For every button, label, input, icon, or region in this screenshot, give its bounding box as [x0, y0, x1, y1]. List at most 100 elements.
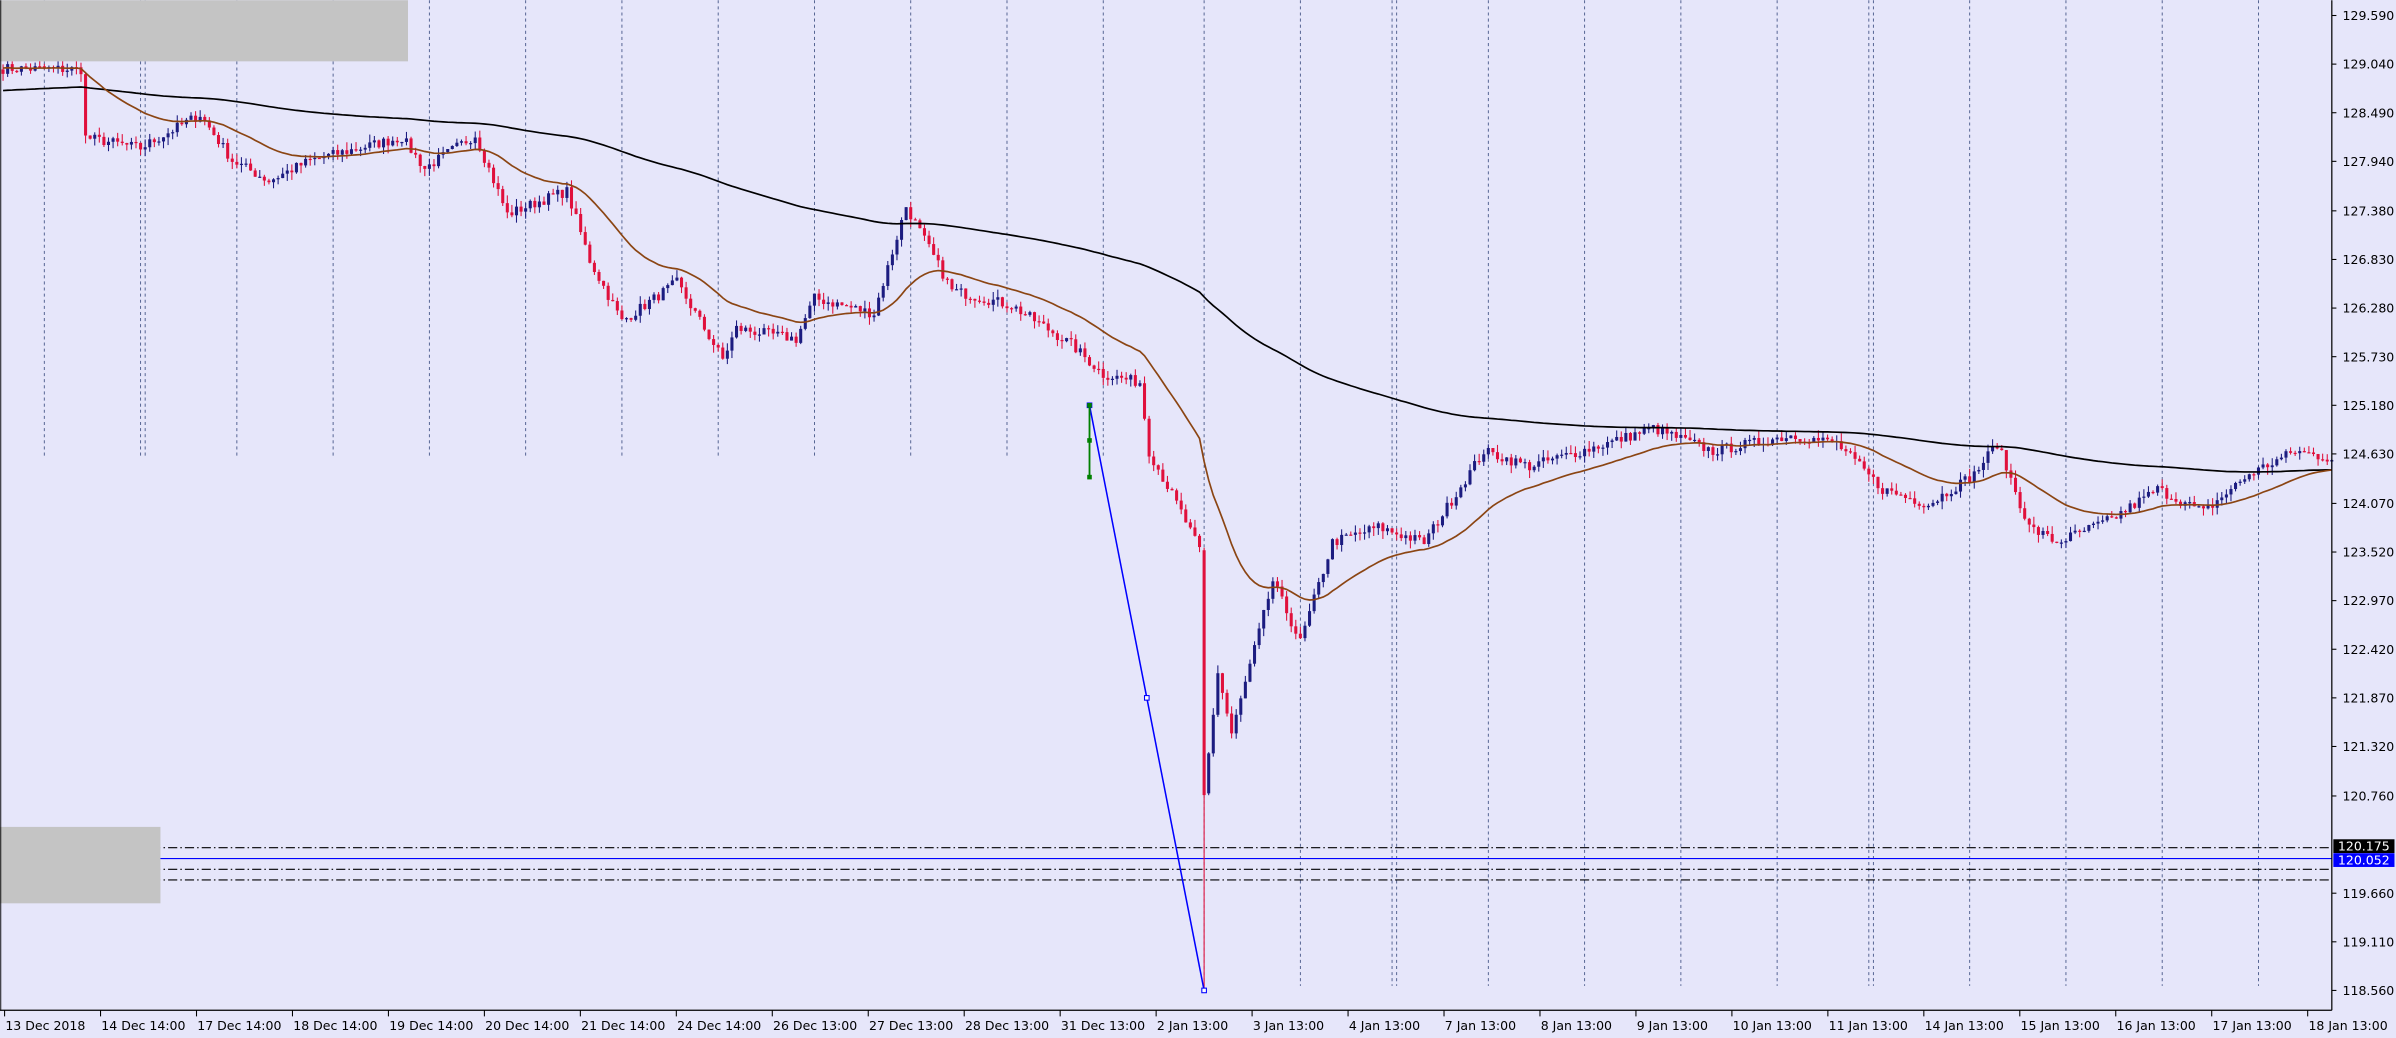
candle-body — [281, 173, 285, 179]
candle-body — [1734, 451, 1738, 453]
candle-body — [1445, 502, 1449, 517]
candle-body — [1716, 454, 1720, 456]
candle-body — [1532, 466, 1536, 471]
candle-body — [221, 142, 225, 145]
candle-body — [84, 74, 88, 136]
candle-body — [922, 228, 927, 236]
candle-body — [180, 122, 184, 125]
candle-body — [895, 239, 899, 255]
candle-body — [2302, 451, 2306, 453]
price-chart[interactable]: 129.590 129.040 128.490 127.940 127.380 126.8… — [0, 0, 2396, 1038]
candle-body — [395, 140, 399, 143]
candle-body — [446, 149, 450, 153]
candle-body — [991, 299, 995, 305]
candle-body — [111, 138, 115, 142]
candle-body — [2068, 532, 2073, 542]
candle-body — [409, 138, 413, 153]
trendline-handle[interactable] — [1143, 695, 1150, 701]
candle-body — [1848, 451, 1853, 453]
candle-body — [840, 302, 844, 306]
candle-body — [1440, 516, 1445, 526]
candle-body — [189, 115, 193, 120]
candle-body — [1133, 375, 1137, 386]
candle-body — [1752, 437, 1756, 440]
candle-body — [1422, 537, 1426, 545]
candle-body — [973, 298, 977, 301]
candle-body — [1239, 698, 1243, 715]
candle-body — [826, 302, 830, 304]
candle-body — [1605, 442, 1610, 448]
candle-body — [1005, 306, 1009, 309]
candle-body — [927, 235, 931, 245]
candle-body — [1450, 502, 1454, 506]
candle-body — [904, 207, 908, 221]
candle-body — [1046, 323, 1050, 331]
candle-body — [382, 138, 386, 148]
candle-body — [739, 325, 743, 331]
candle-body — [1871, 474, 1875, 477]
candle-body — [244, 163, 248, 165]
candle-body — [336, 150, 340, 155]
candle-body — [253, 170, 257, 177]
time-tick-label: 13 Dec 2018 — [5, 1018, 85, 1033]
candle-body — [2110, 516, 2114, 518]
candle-body — [1592, 446, 1596, 452]
candle-body — [2220, 497, 2224, 501]
time-tick-label: 16 Jan 13:00 — [2117, 1018, 2196, 1033]
candle-body — [1922, 505, 1926, 508]
candle-body — [780, 331, 784, 334]
candle-body — [1981, 462, 1985, 470]
candle-body — [542, 201, 546, 205]
candle-body — [1285, 596, 1289, 614]
candle-body — [1234, 714, 1238, 734]
candle-body — [881, 285, 885, 298]
candle-body — [1207, 753, 1211, 794]
candle-body — [1936, 501, 1940, 503]
candle-body — [1826, 437, 1830, 440]
price-tick-label: 123.520 — [2343, 545, 2395, 560]
candle-body — [258, 176, 262, 178]
candle-body — [1748, 439, 1752, 442]
candle-body — [1789, 435, 1793, 439]
candle-body — [1184, 509, 1188, 523]
candle-body — [606, 285, 610, 300]
candle-body — [1298, 633, 1302, 639]
time-tick-label: 2 Jan 13:00 — [1157, 1018, 1228, 1033]
candle-body — [1308, 611, 1312, 626]
candle-body — [945, 278, 949, 280]
time-tick-label: 20 Dec 14:00 — [485, 1018, 569, 1033]
candle-body — [1170, 488, 1174, 491]
candle-body — [1491, 448, 1495, 453]
trendline-handle[interactable] — [1201, 987, 1207, 994]
candle-body — [982, 301, 986, 303]
candle-body — [1408, 535, 1412, 541]
candle-body — [2243, 479, 2247, 482]
time-tick-label: 8 Jan 13:00 — [1541, 1018, 1612, 1033]
marker-handle[interactable] — [1087, 438, 1092, 443]
candle-body — [459, 141, 464, 143]
candle-body — [2073, 530, 2077, 533]
candle-body — [267, 180, 271, 183]
candle-body — [790, 336, 794, 341]
candle-body — [1899, 494, 1903, 496]
candle-body — [1908, 497, 1912, 500]
candle-body — [2091, 523, 2095, 526]
candle-body — [2234, 482, 2238, 490]
candle-body — [290, 170, 294, 173]
candle-body — [2101, 520, 2105, 522]
marker-handle[interactable] — [1087, 403, 1092, 408]
price-tick-label: 128.490 — [2343, 105, 2395, 120]
candle-body — [767, 328, 771, 330]
marker-handle[interactable] — [1087, 474, 1092, 480]
candle-body — [1340, 534, 1344, 545]
candle-body — [1683, 434, 1687, 438]
time-tick-label: 31 Dec 13:00 — [1061, 1018, 1145, 1033]
candle-body — [432, 164, 436, 167]
candle-body — [1569, 452, 1573, 455]
candle-body — [1610, 440, 1614, 443]
candle-body — [2036, 527, 2040, 535]
candle-body — [2133, 503, 2137, 508]
candle — [1211, 708, 1215, 757]
candle-body — [2059, 542, 2063, 544]
candle-body — [2105, 516, 2109, 521]
